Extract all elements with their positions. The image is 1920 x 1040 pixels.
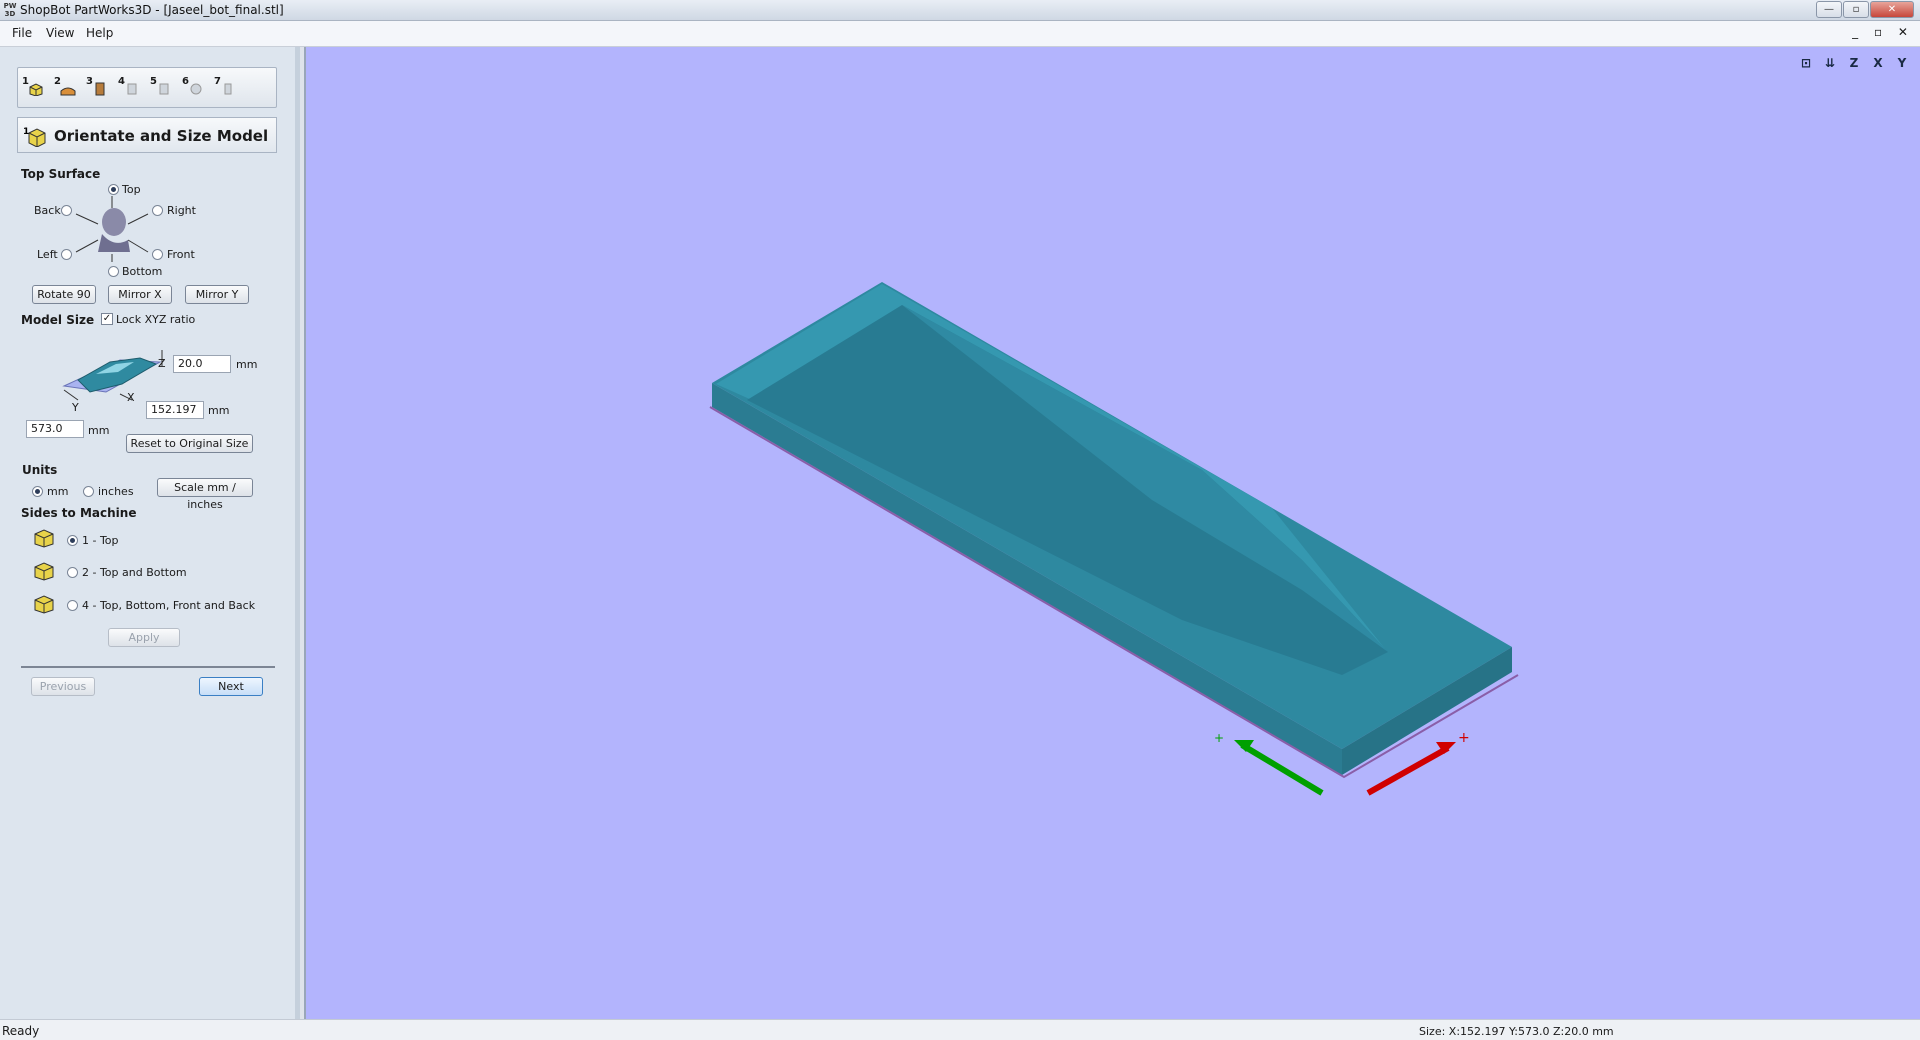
step-3-button[interactable]: 3 — [86, 76, 114, 100]
tool-icon — [95, 82, 105, 96]
side-4-radio[interactable] — [67, 600, 78, 611]
status-size: Size: X:152.197 Y:573.0 Z:20.0 mm — [1419, 1025, 1614, 1038]
previous-button[interactable]: Previous — [31, 677, 95, 696]
back-radio[interactable] — [61, 205, 72, 216]
title-bar: PW 3D ShopBot PartWorks3D - [Jaseel_bot_… — [0, 0, 1920, 21]
material-icon — [60, 87, 76, 96]
lock-xyz-label: Lock XYZ ratio — [116, 313, 196, 326]
mirror-y-button[interactable]: Mirror Y — [185, 285, 249, 304]
units-mm-radio[interactable] — [32, 486, 43, 497]
maximize-icon[interactable]: ▫ — [1843, 1, 1869, 18]
orientate-cube-icon: 1 — [23, 127, 46, 147]
left-radio[interactable] — [61, 249, 72, 260]
units-heading: Units — [22, 463, 58, 477]
model-render: + + — [709, 282, 1519, 796]
top-label: Top — [122, 183, 141, 196]
step-4-button[interactable]: 4 — [118, 76, 146, 100]
menu-help[interactable]: Help — [86, 26, 113, 40]
step-6-button[interactable]: 6 — [182, 76, 210, 100]
window-controls: — ▫ ✕ — [1816, 1, 1914, 18]
preview-icon — [190, 83, 202, 95]
side-four-icon — [34, 595, 54, 614]
minimize-icon[interactable]: — — [1816, 1, 1842, 18]
model-size-heading: Model Size — [21, 313, 95, 327]
svg-text:1: 1 — [23, 127, 29, 137]
3d-viewport[interactable]: ⊡ ⇊ Z X Y + + — [304, 47, 1920, 1019]
scale-units-button[interactable]: Scale mm / inches — [157, 478, 253, 511]
step-2-button[interactable]: 2 — [54, 76, 82, 100]
units-inches-radio[interactable] — [83, 486, 94, 497]
status-bar: Ready Size: X:152.197 Y:573.0 Z:20.0 mm — [0, 1019, 1920, 1040]
x-unit-label: mm — [208, 404, 230, 417]
top-radio[interactable] — [108, 184, 119, 195]
back-label: Back — [34, 204, 61, 217]
side-2-radio[interactable] — [67, 567, 78, 578]
step-1-button[interactable]: 1 — [22, 76, 50, 100]
next-button[interactable]: Next — [199, 677, 263, 696]
side-top-icon — [34, 529, 54, 548]
y-unit-label: mm — [88, 424, 110, 437]
panel-divider — [21, 666, 275, 668]
app-icon: PW 3D — [3, 2, 17, 18]
head-orientation-illustration — [75, 196, 149, 262]
window-title: ShopBot PartWorks3D - [Jaseel_bot_final.… — [20, 3, 284, 17]
cube-icon — [29, 83, 43, 96]
step-7-button[interactable]: 7 — [214, 76, 242, 100]
z-axis-label: Z — [158, 357, 166, 370]
reset-size-button[interactable]: Reset to Original Size — [126, 434, 253, 453]
side-4-label: 4 - Top, Bottom, Front and Back — [82, 599, 256, 612]
x-axis-label: X — [127, 391, 135, 404]
z-size-input[interactable]: 20.0 — [173, 355, 231, 373]
workflow-toolbar: 1 2 3 4 5 6 7 — [17, 67, 277, 108]
z-unit-label: mm — [236, 358, 258, 371]
y-axis-marker: + — [1214, 731, 1224, 745]
units-inches-label: inches — [98, 485, 134, 498]
panel-title: Orientate and Size Model — [54, 127, 269, 145]
right-label: Right — [167, 204, 196, 217]
x-size-input[interactable]: 152.197 — [146, 401, 204, 419]
mirror-x-button[interactable]: Mirror X — [108, 285, 172, 304]
apply-button[interactable]: Apply — [108, 628, 180, 647]
y-size-input[interactable]: 573.0 — [26, 420, 84, 438]
y-axis-label: Y — [72, 401, 79, 414]
finishing-icon — [159, 83, 169, 95]
top-surface-heading: Top Surface — [21, 167, 101, 181]
sides-heading: Sides to Machine — [21, 506, 137, 520]
lock-xyz-checkbox[interactable]: ✓ — [101, 313, 113, 325]
close-icon[interactable]: ✕ — [1870, 1, 1914, 18]
menu-bar: File View Help _ ▫ ✕ — [0, 21, 1920, 47]
x-axis-marker: + — [1458, 730, 1470, 746]
roughing-icon — [127, 83, 137, 95]
front-label: Front — [167, 248, 195, 261]
panel-header: 1 Orientate and Size Model — [17, 117, 277, 153]
status-ready: Ready — [2, 1024, 40, 1038]
hull-cavity — [747, 305, 1388, 675]
rotate-90-button[interactable]: Rotate 90 — [32, 285, 96, 304]
menu-file[interactable]: File — [12, 26, 32, 40]
left-label: Left — [37, 248, 58, 261]
save-toolpath-icon — [224, 83, 232, 95]
side-2-label: 2 - Top and Bottom — [82, 566, 187, 579]
step-5-button[interactable]: 5 — [150, 76, 178, 100]
side-top-bottom-icon — [34, 562, 54, 581]
menu-view[interactable]: View — [46, 26, 74, 40]
document-controls[interactable]: _ ▫ ✕ — [1852, 25, 1914, 39]
units-mm-label: mm — [47, 485, 69, 498]
side-1-radio[interactable] — [67, 535, 78, 546]
side-1-label: 1 - Top — [82, 534, 119, 547]
